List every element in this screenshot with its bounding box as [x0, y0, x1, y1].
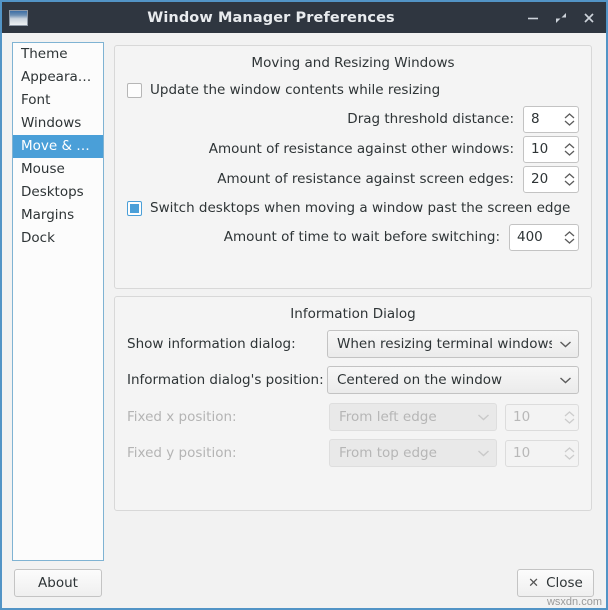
fixed-x-label: Fixed x position:	[127, 409, 237, 425]
dialog-position-label: Information dialog's position:	[127, 372, 324, 388]
drag-threshold-value: 8	[531, 111, 540, 127]
fixed-y-mode: From top edge	[339, 445, 437, 461]
drag-threshold-row: Drag threshold distance: 8	[115, 104, 591, 134]
title-bar: Window Manager Preferences	[2, 2, 606, 33]
watermark: wsxdn.com	[546, 596, 602, 608]
chevron-down-icon[interactable]	[552, 376, 578, 384]
switch-desktops-checkbox[interactable]	[127, 200, 142, 216]
spinner-arrows-icon[interactable]	[560, 142, 578, 156]
dialog-body: Theme Appeara… Font Windows Move & … Mou…	[4, 33, 606, 608]
close-button[interactable]: ✕ Close	[517, 569, 594, 597]
wait-time-label: Amount of time to wait before switching:	[223, 229, 500, 245]
preferences-window: Window Manager Preferences Theme Appeara…	[0, 0, 608, 610]
sidebar-item-mouse[interactable]: Mouse	[13, 158, 103, 181]
sidebar-item-move-resize[interactable]: Move & …	[13, 135, 103, 158]
fixed-x-value: 10	[513, 409, 531, 425]
sidebar-item-windows[interactable]: Windows	[13, 112, 103, 135]
sidebar-item-dock[interactable]: Dock	[13, 227, 103, 250]
fixed-x-row: Fixed x position: From left edge 10	[115, 402, 591, 432]
fixed-y-row: Fixed y position: From top edge 10	[115, 438, 591, 468]
resistance-edges-spinner[interactable]: 20	[523, 165, 579, 193]
about-button-label: About	[38, 575, 78, 591]
switch-desktops-label: Switch desktops when moving a window pas…	[150, 200, 571, 216]
resistance-edges-row: Amount of resistance against screen edge…	[115, 164, 591, 194]
sidebar-item-theme[interactable]: Theme	[13, 43, 103, 66]
chevron-down-icon[interactable]	[470, 449, 496, 457]
resistance-windows-value: 10	[531, 141, 549, 157]
spinner-arrows-icon[interactable]	[560, 230, 578, 244]
drag-threshold-label: Drag threshold distance:	[347, 111, 514, 127]
close-icon[interactable]	[582, 11, 596, 25]
information-dialog-title: Information Dialog	[290, 306, 416, 322]
drag-threshold-spinner[interactable]: 8	[523, 105, 579, 133]
spinner-arrows-icon[interactable]	[560, 410, 578, 424]
spinner-arrows-icon[interactable]	[560, 172, 578, 186]
moving-resizing-title: Moving and Resizing Windows	[251, 55, 455, 71]
dialog-position-row: Information dialog's position: Centered …	[115, 365, 591, 395]
resistance-edges-value: 20	[531, 171, 549, 187]
update-contents-row[interactable]: Update the window contents while resizin…	[115, 76, 591, 104]
wait-time-row: Amount of time to wait before switching:…	[115, 222, 591, 252]
sidebar-item-desktops[interactable]: Desktops	[13, 181, 103, 204]
information-dialog-frame: Information Dialog Show information dial…	[114, 296, 592, 511]
close-button-label: Close	[546, 575, 583, 591]
update-contents-label: Update the window contents while resizin…	[150, 82, 441, 98]
fixed-y-label: Fixed y position:	[127, 445, 237, 461]
sidebar-item-appearance[interactable]: Appeara…	[13, 66, 103, 89]
show-dialog-row: Show information dialog: When resizing t…	[115, 329, 591, 359]
dialog-position-combobox[interactable]: Centered on the window	[327, 366, 579, 394]
dialog-position-value: Centered on the window	[337, 372, 503, 388]
resistance-edges-label: Amount of resistance against screen edge…	[217, 171, 514, 187]
spinner-arrows-icon[interactable]	[560, 446, 578, 460]
wait-time-value: 400	[517, 229, 543, 245]
resistance-windows-row: Amount of resistance against other windo…	[115, 134, 591, 164]
about-button[interactable]: About	[14, 569, 102, 597]
sidebar-item-margins[interactable]: Margins	[13, 204, 103, 227]
close-x-icon: ✕	[528, 575, 540, 591]
update-contents-checkbox[interactable]	[127, 82, 142, 98]
fixed-y-value: 10	[513, 445, 531, 461]
switch-desktops-row[interactable]: Switch desktops when moving a window pas…	[115, 194, 591, 222]
window-title: Window Manager Preferences	[147, 9, 395, 26]
category-list[interactable]: Theme Appeara… Font Windows Move & … Mou…	[12, 42, 104, 561]
fixed-x-mode: From left edge	[339, 409, 437, 425]
moving-resizing-frame: Moving and Resizing Windows Update the w…	[114, 45, 592, 289]
show-dialog-value: When resizing terminal windows	[337, 336, 552, 352]
sidebar-item-font[interactable]: Font	[13, 89, 103, 112]
show-dialog-label: Show information dialog:	[127, 336, 296, 352]
fixed-y-spinner[interactable]: 10	[505, 439, 579, 467]
fixed-y-combobox[interactable]: From top edge	[329, 439, 497, 467]
fixed-x-combobox[interactable]: From left edge	[329, 403, 497, 431]
resistance-windows-spinner[interactable]: 10	[523, 135, 579, 163]
show-dialog-combobox[interactable]: When resizing terminal windows	[327, 330, 579, 358]
wait-time-spinner[interactable]: 400	[509, 223, 579, 251]
minimize-icon[interactable]	[526, 11, 540, 25]
fixed-x-spinner[interactable]: 10	[505, 403, 579, 431]
resistance-windows-label: Amount of resistance against other windo…	[208, 141, 514, 157]
maximize-icon[interactable]	[554, 11, 568, 25]
chevron-down-icon[interactable]	[470, 413, 496, 421]
window-controls	[526, 11, 596, 25]
spinner-arrows-icon[interactable]	[560, 112, 578, 126]
chevron-down-icon[interactable]	[552, 340, 578, 348]
